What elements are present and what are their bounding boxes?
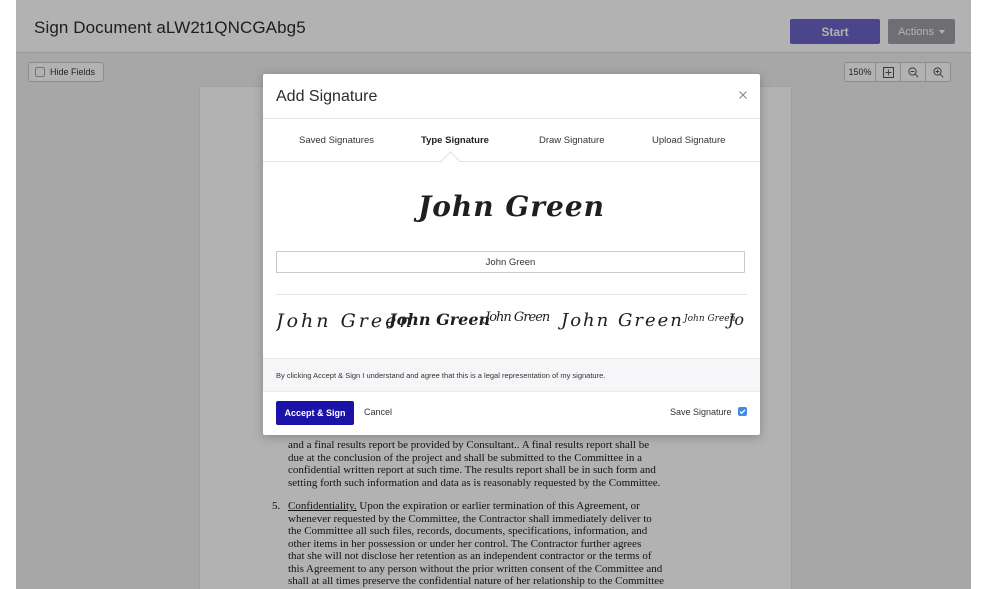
tab-type-signature[interactable]: Type Signature — [421, 135, 489, 146]
checkmark-icon — [739, 409, 746, 415]
dialog-title: Add Signature — [276, 88, 378, 105]
signature-name-input[interactable] — [276, 251, 745, 273]
cancel-button[interactable]: Cancel — [364, 407, 392, 417]
signature-style-option[interactable]: John Green — [561, 310, 684, 331]
app-window: Sign Document aLW2t1QNCGAbg5 Start Actio… — [16, 0, 971, 589]
legal-notice: By clicking Accept & Sign I understand a… — [276, 371, 606, 380]
accept-and-sign-button[interactable]: Accept & Sign — [276, 401, 354, 425]
legal-notice-bar: By clicking Accept & Sign I understand a… — [263, 358, 760, 392]
signature-tabs: Saved Signatures Type Signature Draw Sig… — [263, 119, 760, 162]
close-icon[interactable] — [736, 88, 750, 102]
divider — [276, 294, 747, 295]
tab-upload-signature[interactable]: Upload Signature — [652, 135, 725, 146]
signature-style-option[interactable]: John Green — [485, 310, 550, 325]
signature-style-option[interactable]: Jo — [728, 310, 744, 329]
signature-preview: John Green — [417, 190, 606, 223]
save-signature-label: Save Signature — [670, 407, 732, 417]
add-signature-dialog: Add Signature Saved Signatures Type Sign… — [263, 74, 760, 435]
divider — [263, 161, 760, 162]
signature-style-options: John Green John Green John Green John Gr… — [276, 304, 747, 348]
tab-draw-signature[interactable]: Draw Signature — [539, 135, 604, 146]
save-signature-checkbox[interactable] — [738, 407, 747, 416]
signature-style-option[interactable]: John Green — [389, 310, 490, 329]
tab-saved-signatures[interactable]: Saved Signatures — [299, 135, 374, 146]
